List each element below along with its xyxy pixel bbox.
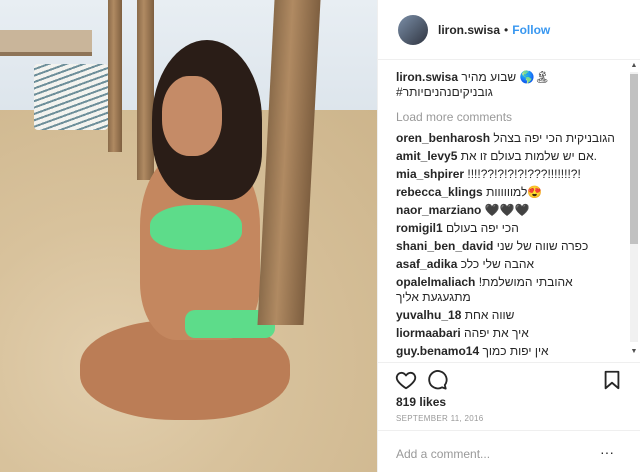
comment-username[interactable]: shani_ben_david: [396, 239, 493, 253]
comment-username[interactable]: guy.benamo14: [396, 344, 479, 358]
post-date: SEPTEMBER 11, 2016: [396, 414, 484, 423]
comment-row: liormaabari איך את יפהה: [396, 326, 623, 341]
scroll-up-arrow-icon[interactable]: ▲: [630, 62, 638, 70]
comment-text: למוווווות😍: [486, 185, 543, 199]
scroll-down-arrow-icon[interactable]: ▼: [630, 348, 638, 356]
comment-username[interactable]: naor_marziano: [396, 203, 481, 217]
post-photo[interactable]: [0, 0, 377, 472]
more-options-icon[interactable]: ···: [600, 444, 614, 460]
comment-row: romigil1 הכי יפה בעולם: [396, 221, 623, 236]
comment-row: amit_levy5 אם יש שלמות בעולם זו את.: [396, 149, 623, 164]
comment-text: איך את יפהה: [464, 326, 529, 340]
comment-username[interactable]: opalelmaliach: [396, 275, 475, 289]
comments-scrollbar[interactable]: ▲ ▼: [630, 62, 638, 356]
header-separator: •: [504, 22, 509, 37]
comment-text: אהבה שלי כלכ: [460, 257, 535, 271]
comment-text: 🖤🖤🖤: [484, 203, 530, 217]
load-more-comments-button[interactable]: Load more comments: [396, 110, 623, 124]
photo-person: [70, 40, 290, 420]
heart-icon[interactable]: [395, 369, 417, 391]
add-comment-input[interactable]: [396, 447, 623, 461]
caption: liron.swisa שבוע מהיר 🌎🏝 #גובניקיםנהניםי…: [396, 68, 623, 100]
photo-person-face: [162, 76, 222, 156]
comment-text: שווה אחת: [464, 308, 515, 322]
comment-text: אם יש שלמות בעולם זו את.: [460, 149, 597, 163]
comment-icon[interactable]: [426, 369, 448, 391]
comment-row: rebecca_klings למוווווות😍: [396, 185, 623, 200]
comment-username[interactable]: mia_shpirer: [396, 167, 464, 181]
comment-row: guy.benamo14 אין יפות כמוך: [396, 344, 623, 359]
comment-text: !!!!??!?!?!?!???!!!!!!!?!: [467, 167, 581, 181]
comment-row: asaf_adika אהבה שלי כלכ: [396, 257, 623, 272]
comment-username[interactable]: oren_benharosh: [396, 131, 490, 145]
bookmark-icon[interactable]: [601, 369, 623, 391]
comment-row: yuvalhu_18 שווה אחת: [396, 308, 623, 323]
comment-text: אין יפות כמוך: [482, 344, 549, 358]
post-side-panel: liron.swisa • Follow liron.swisa שבוע מה…: [377, 0, 640, 472]
comment-username[interactable]: liormaabari: [396, 326, 461, 340]
comment-row: oren_benharosh הגובניקית הכי יפה בצהל: [396, 131, 623, 146]
avatar[interactable]: [398, 14, 428, 45]
comment-username[interactable]: rebecca_klings: [396, 185, 483, 199]
caption-username[interactable]: liron.swisa: [396, 70, 458, 84]
post-actions: [378, 362, 640, 396]
comment-username[interactable]: romigil1: [396, 221, 443, 235]
comments-list[interactable]: liron.swisa שבוע מהיר 🌎🏝 #גובניקיםנהניםי…: [378, 60, 640, 359]
scroll-thumb[interactable]: [630, 74, 638, 244]
comment-row: mia_shpirer !!!!??!?!?!?!???!!!!!!!?!: [396, 167, 623, 182]
comment-username[interactable]: yuvalhu_18: [396, 308, 461, 322]
comment-text: כפרה שווה של שני: [496, 239, 589, 253]
comment-text: הכי יפה בעולם: [446, 221, 519, 235]
likes-count[interactable]: 819 likes: [396, 395, 446, 409]
header-username[interactable]: liron.swisa: [438, 23, 500, 37]
comment-row: naor_marziano 🖤🖤🖤: [396, 203, 623, 218]
photo-bikini-top: [150, 205, 242, 250]
comment-username[interactable]: amit_levy5: [396, 149, 457, 163]
comment-text: הגובניקית הכי יפה בצהל: [493, 131, 615, 145]
follow-button[interactable]: Follow: [512, 23, 550, 37]
post-header: liron.swisa • Follow: [378, 0, 640, 60]
comment-username[interactable]: asaf_adika: [396, 257, 457, 271]
comment-row: opalelmaliach אהובתי המושלמת! מתגעגעת אל…: [396, 275, 623, 305]
comment-row: shani_ben_david כפרה שווה של שני: [396, 239, 623, 254]
